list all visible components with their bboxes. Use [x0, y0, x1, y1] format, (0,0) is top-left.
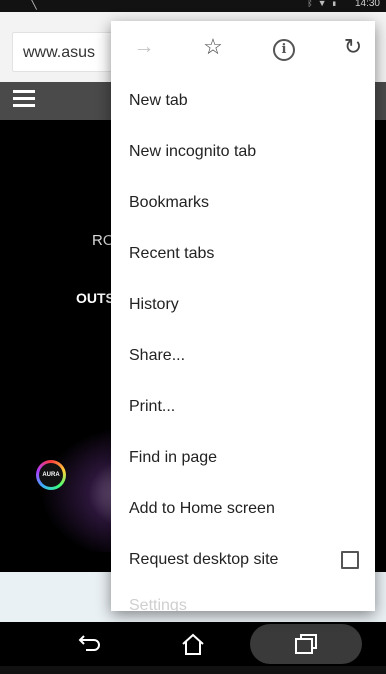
menu-item-new-incognito-tab[interactable]: New incognito tab [111, 126, 375, 177]
recents-button[interactable] [276, 622, 336, 666]
menu-item-bookmarks[interactable]: Bookmarks [111, 177, 375, 228]
status-bar: ╲ ᛒ▼▮ 14:30 [0, 0, 386, 12]
aura-logo: AURA [36, 460, 66, 490]
menu-item-label: Share... [129, 347, 186, 364]
aura-logo-text: AURA [39, 463, 63, 487]
menu-item-request-desktop-site[interactable]: Request desktop site [111, 534, 375, 585]
info-icon[interactable]: i [270, 33, 298, 61]
star-icon[interactable]: ☆ [199, 33, 227, 61]
menu-item-recent-tabs[interactable]: Recent tabs [111, 228, 375, 279]
menu-item-share[interactable]: Share... [111, 330, 375, 381]
menu-item-history[interactable]: History [111, 279, 375, 330]
menu-item-label: Add to Home screen [129, 500, 275, 517]
menu-item-label: New incognito tab [129, 143, 257, 160]
recents-icon [295, 634, 317, 654]
menu-item-label: New tab [129, 92, 188, 109]
menu-item-find-in-page[interactable]: Find in page [111, 432, 375, 483]
menu-item-new-tab[interactable]: New tab [111, 75, 375, 126]
menu-item-label: History [129, 296, 179, 313]
forward-icon[interactable]: → [130, 33, 158, 61]
home-icon [182, 633, 204, 655]
menu-item-label: Bookmarks [129, 194, 210, 211]
menu-item-label: Settings [129, 597, 187, 611]
status-time: 14:30 [354, 0, 380, 9]
reload-icon[interactable]: ↻ [339, 33, 367, 61]
menu-item-settings[interactable]: Settings [111, 589, 375, 611]
menu-item-label: Print... [129, 398, 176, 415]
system-nav-bar [0, 622, 386, 666]
back-button[interactable] [60, 622, 120, 666]
home-button[interactable] [163, 622, 223, 666]
hamburger-menu-icon[interactable] [13, 90, 35, 110]
menu-item-label: Request desktop site [129, 551, 279, 568]
back-icon [78, 635, 100, 651]
menu-item-print[interactable]: Print... [111, 381, 375, 432]
request-desktop-site-checkbox[interactable] [341, 551, 359, 569]
menu-action-row: → ☆ i ↻ [111, 21, 375, 73]
menu-item-label: Find in page [129, 449, 218, 466]
page-subheading: OUTS [76, 290, 115, 306]
notification-icon: ╲ [30, 0, 37, 10]
overflow-menu: → ☆ i ↻ New tab New incognito tab Bookma… [111, 21, 375, 611]
menu-item-add-to-home-screen[interactable]: Add to Home screen [111, 483, 375, 534]
status-icons: ᛒ▼▮ [307, 0, 342, 8]
menu-item-label: Recent tabs [129, 245, 215, 262]
